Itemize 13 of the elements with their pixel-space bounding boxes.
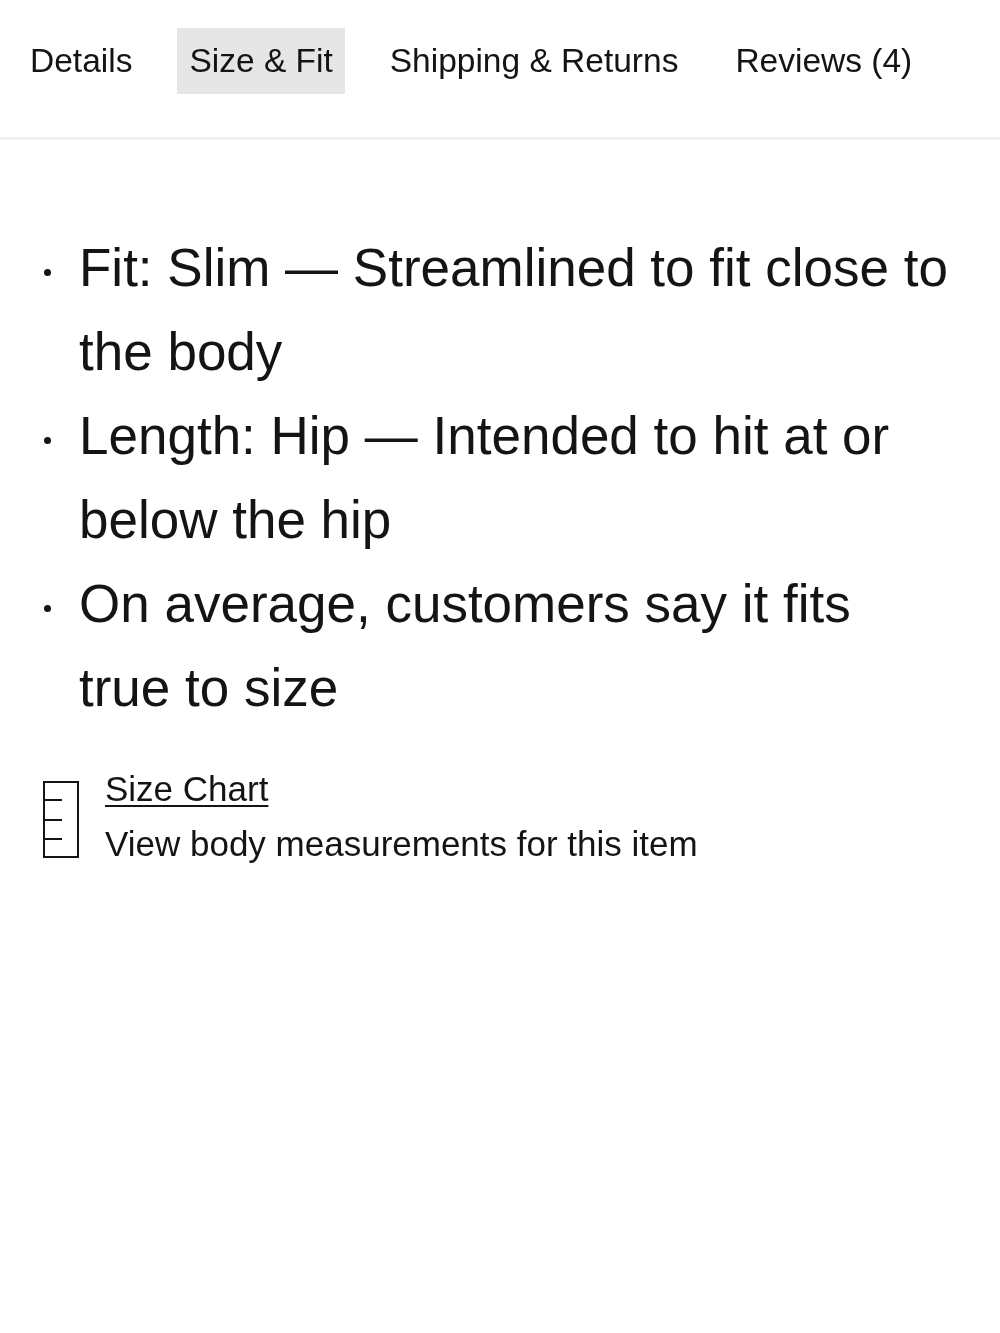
bullet-icon (44, 605, 51, 612)
tab[interactable]: Reviews (4) (723, 28, 925, 94)
fit-detail-text: Fit: Slim — Streamlined to fit close to the body (79, 237, 949, 383)
fit-detail-text: On average, customers say it fits true to size (79, 573, 852, 719)
size-chart-description: View body measurements for this item (105, 824, 698, 864)
fit-detail-text: Length: Hip — Intended to hit at or below the hip (79, 405, 891, 551)
ruler-icon (43, 781, 79, 858)
bullet-icon (44, 437, 51, 444)
bullet-icon (44, 269, 51, 276)
tab[interactable]: Shipping & Returns (377, 28, 691, 94)
tab[interactable]: Details (18, 28, 145, 94)
size-chart-link[interactable]: Size Chart (105, 769, 269, 809)
tab[interactable]: Size & Fit (177, 28, 345, 94)
